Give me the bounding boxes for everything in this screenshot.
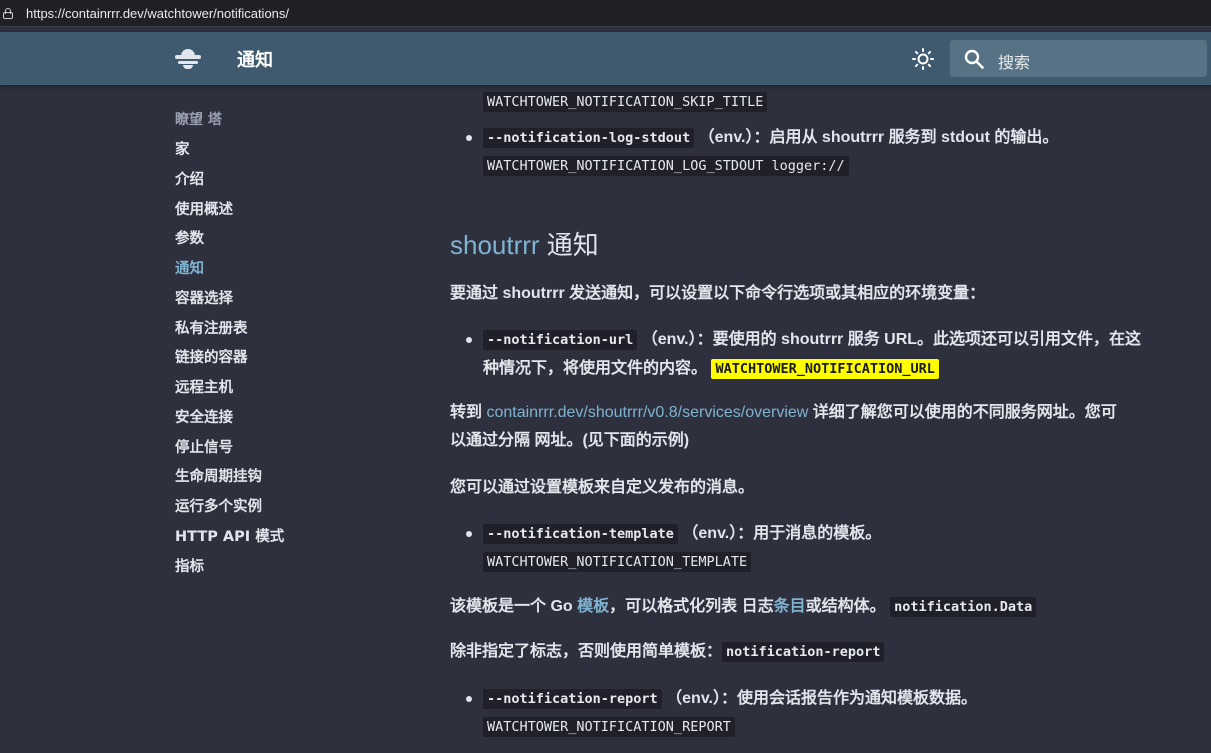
url-option-desc-line1: （env.）：要使用的 shoutrrr 服务 URL。此选项还可以引用文件，在… <box>641 331 1142 348</box>
sidebar-item-stop-signals[interactable]: 停止信号 <box>175 436 405 466</box>
sidebar-item-notifications[interactable]: 通知 <box>175 257 405 287</box>
lock-icon <box>3 7 13 19</box>
custom-template-paragraph: 您可以通过设置模板来自定义发布的消息。 <box>450 479 755 496</box>
go-template-middle: ，可以格式化列表 日志 <box>609 598 774 615</box>
watchtower-logo-icon[interactable] <box>173 46 203 72</box>
search-box[interactable]: 搜索 <box>950 40 1207 77</box>
page-title: 通知 <box>237 50 273 70</box>
template-flag-code: --notification-template <box>483 524 678 544</box>
env-template-code: WATCHTOWER_NOTIFICATION_TEMPLATE <box>483 552 752 572</box>
sidebar-item-introduction[interactable]: 介绍 <box>175 168 405 198</box>
report-option-item: --notification-report （env.）：使用会话报告作为通知模… <box>483 685 977 713</box>
url-option-item: --notification-url （env.）：要使用的 shoutrrr … <box>483 326 1141 354</box>
sidebar-title: 瞭望 塔 <box>175 112 222 128</box>
sidebar-item-lifecycle-hooks[interactable]: 生命周期挂钩 <box>175 465 405 495</box>
sidebar-item-remote-hosts[interactable]: 远程主机 <box>175 376 405 406</box>
go-template-suffix: 或结构体。 <box>805 598 886 615</box>
section-heading: shoutrrr 通知 <box>450 225 599 262</box>
sidebar-item-secure-connections[interactable]: 安全连接 <box>175 406 405 436</box>
url-option-line2: 种情况下，将使用文件的内容。 WATCHTOWER_NOTIFICATION_U… <box>483 355 939 383</box>
site-header: 通知 搜索 <box>0 32 1211 85</box>
log-stdout-desc: （env.）：启用从 shoutrrr 服务到 stdout 的输出。 <box>698 129 1059 146</box>
notification-data-code: notification.Data <box>890 597 1037 617</box>
env-log-stdout-code: WATCHTOWER_NOTIFICATION_LOG_STDOUT logge… <box>483 156 849 176</box>
go-template-link[interactable]: 模板 <box>577 598 609 615</box>
sidebar-item-http-api-mode[interactable]: HTTP API 模式 <box>175 525 405 555</box>
notification-report-code: notification-report <box>722 642 885 662</box>
theme-toggle-sun-icon[interactable] <box>911 47 935 71</box>
env-report-code: WATCHTOWER_NOTIFICATION_REPORT <box>483 717 735 737</box>
search-icon <box>964 49 984 69</box>
intro-paragraph: 要通过 shoutrrr 发送通知，可以设置以下命令行选项或其相应的环境变量： <box>450 285 986 302</box>
go-template-paragraph: 该模板是一个 Go 模板，可以格式化列表 日志条目或结构体。 notificat… <box>450 593 1037 621</box>
sidebar-item-metrics[interactable]: 指标 <box>175 555 405 585</box>
report-flag-code: --notification-report <box>483 689 662 709</box>
services-paragraph: 转到 containrrr.dev/shoutrrr/v0.8/services… <box>450 399 1117 427</box>
sidebar-item-usage-overview[interactable]: 使用概述 <box>175 198 405 228</box>
sidebar-item-private-registries[interactable]: 私有注册表 <box>175 317 405 347</box>
template-option-desc: （env.）：用于消息的模板。 <box>682 525 882 542</box>
env-skip-title-code: WATCHTOWER_NOTIFICATION_SKIP_TITLE <box>483 92 768 112</box>
go-template-prefix: 该模板是一个 Go <box>450 598 578 615</box>
sidebar-item-arguments[interactable]: 参数 <box>175 227 405 257</box>
url-option-desc-line2: 种情况下，将使用文件的内容。 <box>483 360 708 377</box>
services-overview-link[interactable]: containrrr.dev/shoutrrr/v0.8/services/ov… <box>486 404 808 421</box>
url-text[interactable]: https://containrrr.dev/watchtower/notifi… <box>26 6 289 21</box>
search-input[interactable]: 搜索 <box>998 49 1030 73</box>
log-entries-link[interactable]: 条目 <box>774 598 806 615</box>
log-stdout-item: --notification-log-stdout （env.）：启用从 sho… <box>483 124 1058 152</box>
url-flag-code: --notification-url <box>483 330 638 350</box>
simple-template-paragraph: 除非指定了标志，否则使用简单模板： notification-report <box>450 638 885 666</box>
list-bullet <box>466 696 472 702</box>
list-bullet <box>466 337 472 343</box>
sidebar-item-container-selection[interactable]: 容器选择 <box>175 287 405 317</box>
services-prefix: 转到 <box>450 404 487 421</box>
simple-template-text: 除非指定了标志，否则使用简单模板： <box>450 643 723 660</box>
sidebar-nav: 瞭望 塔 家 介绍 使用概述 参数 通知 容器选择 私有注册表 链接的容器 远程… <box>175 108 405 584</box>
heading-rest: 通知 <box>539 230 599 260</box>
list-bullet <box>466 135 472 141</box>
env-url-code-highlighted: WATCHTOWER_NOTIFICATION_URL <box>711 359 939 379</box>
log-stdout-flag-code: --notification-log-stdout <box>483 128 695 148</box>
report-option-desc: （env.）：使用会话报告作为通知模板数据。 <box>666 690 977 707</box>
address-bar[interactable]: https://containrrr.dev/watchtower/notifi… <box>0 0 1211 27</box>
sidebar-item-multiple-instances[interactable]: 运行多个实例 <box>175 495 405 525</box>
sidebar-item-linked-containers[interactable]: 链接的容器 <box>175 346 405 376</box>
services-line2: 以通过分隔 网址。(见下面的示例) <box>450 432 690 449</box>
list-bullet <box>466 531 472 537</box>
sidebar-item-home[interactable]: 家 <box>175 138 405 168</box>
heading-accent: shoutrrr <box>450 230 540 260</box>
template-option-item: --notification-template （env.）：用于消息的模板。 <box>483 520 881 548</box>
services-suffix: 详细了解您可以使用的不同服务网址。您可 <box>808 404 1117 421</box>
